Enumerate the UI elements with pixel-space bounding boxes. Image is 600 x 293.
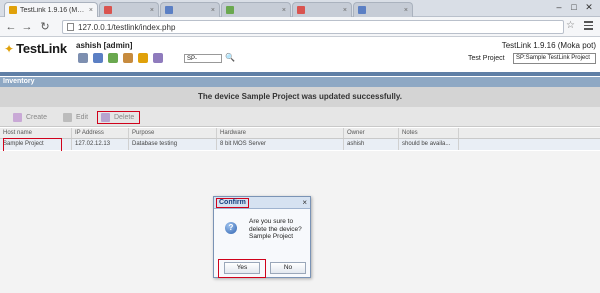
- search-icon[interactable]: 🔍: [225, 53, 235, 62]
- browser-menu-icon[interactable]: [584, 21, 593, 32]
- browser-tab-active[interactable]: TestLink 1.9.16 (Moka pot ×: [4, 2, 98, 17]
- tab-close-icon[interactable]: ×: [404, 7, 408, 14]
- test-project-select[interactable]: SP:Sample TestLink Project: [513, 53, 596, 64]
- reload-icon[interactable]: ↻: [38, 20, 52, 34]
- tab-title: TestLink 1.9.16 (Moka pot: [20, 6, 86, 14]
- question-icon: ?: [225, 222, 237, 234]
- url-field[interactable]: 127.0.0.1/testlink/index.php: [62, 20, 564, 34]
- browser-tab[interactable]: ×: [160, 2, 220, 17]
- dialog-close-icon[interactable]: ×: [302, 198, 307, 207]
- testlink-favicon-icon: [9, 6, 17, 14]
- table-row[interactable]: Sample Project 127.02.12.13 Database tes…: [0, 139, 600, 150]
- delete-button[interactable]: Delete: [97, 111, 140, 124]
- cell-purpose: Database testing: [129, 139, 217, 150]
- tab-close-icon[interactable]: ×: [89, 7, 93, 14]
- edit-icon: [63, 113, 72, 122]
- cell-owner: ashish: [344, 139, 399, 150]
- create-icon: [13, 113, 22, 122]
- header-icon-bar: [78, 53, 163, 63]
- table-header-row: Host name IP Address Purpose Hardware Ow…: [0, 128, 600, 139]
- confirm-dialog: Confirm × ? Are you sure to delete the d…: [213, 196, 311, 278]
- browser-tab[interactable]: ×: [353, 2, 413, 17]
- desktop-icon[interactable]: [78, 53, 88, 63]
- logo-star-icon: ✦: [4, 41, 15, 56]
- dialog-title: Confirm: [216, 198, 249, 208]
- specification-icon[interactable]: [93, 53, 103, 63]
- column-header-purpose[interactable]: Purpose: [129, 128, 217, 138]
- inventory-toolbar: Create Edit Delete: [0, 107, 600, 127]
- browser-tab[interactable]: ×: [292, 2, 352, 17]
- user-info: ashish [admin]: [76, 41, 133, 50]
- window-close-icon[interactable]: ✕: [582, 1, 596, 13]
- header-divider: [0, 72, 600, 76]
- highlight-selected-row: [3, 138, 62, 152]
- cell-ip-address: 127.02.12.13: [72, 139, 129, 150]
- inventory-section-title: Inventory: [0, 77, 600, 87]
- forward-arrow-icon[interactable]: →: [20, 20, 34, 34]
- cell-hardware: 8 bit MOS Server: [217, 139, 344, 150]
- results-icon[interactable]: [153, 53, 163, 63]
- requirements-icon[interactable]: [108, 53, 118, 63]
- tab-close-icon[interactable]: ×: [211, 7, 215, 14]
- create-button[interactable]: Create: [10, 111, 50, 124]
- column-header-owner[interactable]: Owner: [344, 128, 399, 138]
- tab-favicon-icon: [226, 6, 234, 14]
- tab-favicon-icon: [358, 6, 366, 14]
- no-button[interactable]: No: [270, 262, 306, 274]
- back-arrow-icon[interactable]: ←: [4, 20, 18, 34]
- dialog-message: Are you sure to delete the device? Sampl…: [249, 218, 302, 240]
- column-header-hardware[interactable]: Hardware: [217, 128, 344, 138]
- edit-button[interactable]: Edit: [60, 111, 91, 124]
- test-project-label: Test Project: [468, 55, 505, 62]
- logo-text: TestLink: [16, 41, 67, 56]
- cell-notes: should be availa...: [399, 139, 459, 150]
- page-icon: [67, 23, 74, 31]
- yes-button[interactable]: Yes: [224, 262, 260, 274]
- tab-favicon-icon: [165, 6, 173, 14]
- dialog-button-row: Yes No: [214, 259, 312, 279]
- dialog-title-bar[interactable]: Confirm ×: [214, 197, 310, 209]
- browser-address-bar: ← → ↻ 127.0.0.1/testlink/index.php ☆: [0, 17, 600, 37]
- tab-favicon-icon: [297, 6, 305, 14]
- testlink-logo[interactable]: ✦ TestLink: [4, 41, 67, 56]
- browser-tab[interactable]: ×: [99, 2, 159, 17]
- testcase-search-input[interactable]: SP-: [184, 54, 222, 63]
- tab-favicon-icon: [104, 6, 112, 14]
- tab-close-icon[interactable]: ×: [282, 7, 286, 14]
- tab-close-icon[interactable]: ×: [150, 7, 154, 14]
- delete-icon: [101, 113, 110, 122]
- inventory-table: Host name IP Address Purpose Hardware Ow…: [0, 128, 600, 150]
- url-text: 127.0.0.1/testlink/index.php: [78, 22, 176, 32]
- maximize-icon[interactable]: □: [567, 1, 581, 13]
- execute-icon[interactable]: [138, 53, 148, 63]
- bookmark-star-icon[interactable]: ☆: [566, 20, 575, 31]
- testlink-header: ✦ TestLink ashish [admin] SP- 🔍 TestLink…: [0, 37, 600, 76]
- create-label: Create: [26, 114, 48, 121]
- minimize-icon[interactable]: –: [552, 1, 566, 13]
- delete-label: Delete: [114, 114, 135, 121]
- users-icon[interactable]: [123, 53, 133, 63]
- column-header-host-name[interactable]: Host name: [0, 128, 72, 138]
- browser-tab-bar: TestLink 1.9.16 (Moka pot × × × × × × – …: [0, 0, 600, 17]
- success-message: The device Sample Project was updated su…: [0, 87, 600, 107]
- column-header-notes[interactable]: Notes: [399, 128, 459, 138]
- tab-close-icon[interactable]: ×: [343, 7, 347, 14]
- testlink-version: TestLink 1.9.16 (Moka pot): [501, 41, 596, 50]
- new-tab-button[interactable]: [414, 2, 428, 17]
- edit-label: Edit: [76, 114, 89, 121]
- column-header-ip-address[interactable]: IP Address: [72, 128, 129, 138]
- browser-tab[interactable]: ×: [221, 2, 291, 17]
